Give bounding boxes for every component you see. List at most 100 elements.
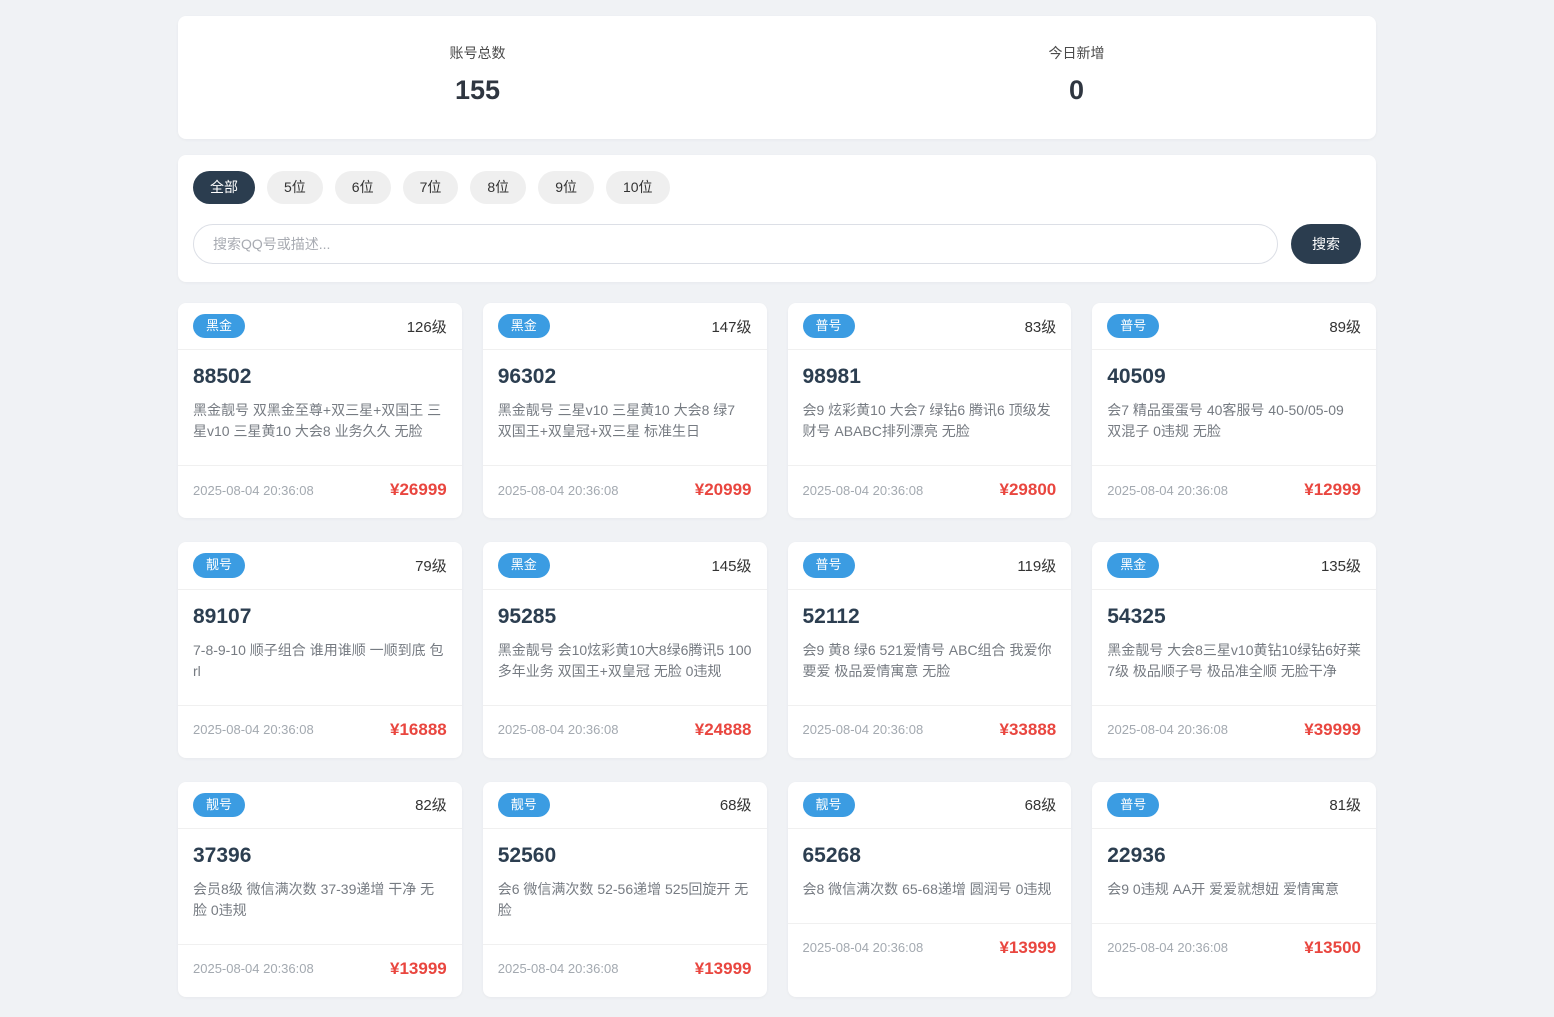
account-description: 会9 炫彩黄10 大会7 绿钻6 腾讯6 顶级发财号 ABABC排列漂亮 无脸 [802,402,1051,440]
account-card[interactable]: 普号 89级 40509 会7 精品蛋蛋号 40客服号 40-50/05-09 … [1092,303,1376,519]
account-card[interactable]: 靓号 68级 65268 会8 微信满次数 65-68递增 圆润号 0违规 20… [787,781,1072,997]
card-body: 52112 会9 黄8 绿6 521爱情号 ABC组合 我爱你要爱 极品爱情寓意… [788,590,1072,705]
account-level: 79级 [415,557,447,575]
account-type-badge: 黑金 [497,553,550,578]
card-body: 37396 会员8级 微信满次数 37-39递增 干净 无脸 0违规 [178,829,462,944]
account-type-badge: 黑金 [193,314,246,339]
filter-tab-2[interactable]: 6位 [334,171,391,204]
card-footer: 2025-08-04 20:36:08 ¥33888 [787,704,1072,758]
account-type-badge: 靓号 [802,792,855,817]
account-card-grid: 黑金 126级 88502 黑金靓号 双黑金至尊+双三星+双国王 三星v10 三… [178,303,1376,997]
account-level: 68级 [1024,797,1057,815]
search-button[interactable]: 搜索 [1291,224,1361,264]
stats-summary-card: 账号总数 155 今日新增 0 [178,16,1376,139]
account-description: 黑金靓号 双黑金至尊+双三星+双国王 三星v10 三星黄10 大会8 业务久久 … [193,402,442,440]
listing-date: 2025-08-04 20:36:08 [1107,940,1228,956]
account-description: 会6 微信满次数 52-56递增 525回旋开 无脸 [497,880,749,918]
account-description: 会7 精品蛋蛋号 40客服号 40-50/05-09 双混子 0违规 无脸 [1107,402,1344,440]
filter-tab-5[interactable]: 9位 [538,171,594,204]
card-body: 95285 黑金靓号 会10炫彩黄10大8绿6腾讯5 100多年业务 双国王+双… [483,590,767,705]
card-footer: 2025-08-04 20:36:08 ¥29800 [787,465,1072,518]
card-header: 黑金 147级 [482,303,767,351]
qq-number: 37396 [193,843,252,867]
stat-total-label: 账号总数 [449,45,506,61]
listing-date: 2025-08-04 20:36:08 [802,482,924,498]
card-body: 96302 黑金靓号 三星v10 三星黄10 大会8 绿7 双国王+双皇冠+双三… [483,350,767,465]
search-row: 搜索 [193,224,1361,264]
qq-number: 52560 [497,843,557,867]
card-header: 普号 89级 [1092,303,1376,351]
listing-date: 2025-08-04 20:36:08 [802,940,924,956]
filter-tab-3[interactable]: 7位 [402,171,459,204]
listing-price: ¥39999 [1304,719,1361,739]
listing-date: 2025-08-04 20:36:08 [497,722,619,737]
account-card[interactable]: 普号 81级 22936 会9 0违规 AA开 爱爱就想妞 爱情寓意 2025-… [1092,781,1376,997]
account-level: 119级 [1017,557,1057,575]
card-header: 黑金 135级 [1092,542,1376,590]
card-footer: 2025-08-04 20:36:08 ¥13999 [178,943,462,997]
account-level: 126级 [406,318,447,336]
card-footer: 2025-08-04 20:36:08 ¥39999 [1092,704,1376,758]
stat-new-today: 今日新增 0 [777,43,1376,106]
qq-number: 96302 [497,365,557,389]
listing-price: ¥29800 [999,480,1057,500]
filter-tab-4[interactable]: 8位 [470,171,527,204]
listing-price: ¥24888 [694,719,752,739]
account-type-badge: 靓号 [193,553,246,578]
stat-total-value: 155 [454,75,501,105]
account-card[interactable]: 靓号 82级 37396 会员8级 微信满次数 37-39递增 干净 无脸 0违… [178,781,462,997]
listing-date: 2025-08-04 20:36:08 [193,482,314,498]
account-description: 7-8-9-10 顺子组合 谁用谁顺 一顺到底 包rl [193,641,444,679]
account-type-badge: 靓号 [497,792,550,817]
qq-number: 98981 [802,365,861,389]
account-card[interactable]: 黑金 145级 95285 黑金靓号 会10炫彩黄10大8绿6腾讯5 100多年… [482,542,767,758]
account-description: 会9 黄8 绿6 521爱情号 ABC组合 我爱你要爱 极品爱情寓意 无脸 [802,641,1052,679]
account-card[interactable]: 普号 83级 98981 会9 炫彩黄10 大会7 绿钻6 腾讯6 顶级发财号 … [787,303,1072,519]
card-footer: 2025-08-04 20:36:08 ¥13999 [482,943,767,997]
account-card[interactable]: 普号 119级 52112 会9 黄8 绿6 521爱情号 ABC组合 我爱你要… [787,542,1072,758]
filter-tab-6[interactable]: 10位 [605,171,670,204]
account-card[interactable]: 靓号 68级 52560 会6 微信满次数 52-56递增 525回旋开 无脸 … [482,781,767,997]
account-type-badge: 普号 [1107,792,1160,817]
filter-tab-0[interactable]: 全部 [193,171,255,204]
search-input[interactable] [193,224,1278,264]
qq-number: 40509 [1107,365,1166,389]
digit-filter-tabs: 全部 5位 6位 7位 8位 9位 10位 [193,171,1361,204]
listing-price: ¥13999 [999,937,1057,957]
listing-price: ¥16888 [390,719,447,739]
account-description: 会9 0违规 AA开 爱爱就想妞 爱情寓意 [1107,880,1340,897]
card-header: 普号 119级 [787,542,1072,590]
account-type-badge: 普号 [802,314,855,339]
listing-date: 2025-08-04 20:36:08 [1107,722,1228,737]
listing-date: 2025-08-04 20:36:08 [497,961,619,977]
card-body: 22936 会9 0违规 AA开 爱爱就想妞 爱情寓意 [1092,829,1376,923]
qq-number: 89107 [193,604,252,628]
listing-price: ¥20999 [694,480,752,500]
card-footer: 2025-08-04 20:36:08 ¥13999 [787,922,1072,976]
account-level: 89级 [1329,318,1361,336]
card-footer: 2025-08-04 20:36:08 ¥26999 [178,465,462,518]
stat-total-accounts: 账号总数 155 [178,43,777,106]
account-card[interactable]: 黑金 126级 88502 黑金靓号 双黑金至尊+双三星+双国王 三星v10 三… [178,303,462,519]
card-body: 54325 黑金靓号 大会8三星v10黄钻10绿钻6好莱7级 极品顺子号 极品准… [1092,590,1376,705]
listing-date: 2025-08-04 20:36:08 [193,961,314,977]
qq-number: 22936 [1107,843,1166,867]
stat-today-value: 0 [1068,75,1085,105]
card-body: 65268 会8 微信满次数 65-68递增 圆润号 0违规 [788,829,1072,923]
filter-search-card: 全部 5位 6位 7位 8位 9位 10位 搜索 [178,155,1376,282]
account-level: 145级 [711,557,752,575]
account-description: 黑金靓号 三星v10 三星黄10 大会8 绿7 双国王+双皇冠+双三星 标准生日 [497,402,736,440]
card-body: 89107 7-8-9-10 顺子组合 谁用谁顺 一顺到底 包rl [178,590,462,705]
page-container: 账号总数 155 今日新增 0 全部 5位 6位 7位 8位 9位 10位 搜索… [178,0,1376,1017]
account-card[interactable]: 黑金 147级 96302 黑金靓号 三星v10 三星黄10 大会8 绿7 双国… [482,303,767,519]
listing-price: ¥13500 [1304,937,1361,957]
filter-tab-1[interactable]: 5位 [267,171,323,204]
account-type-badge: 黑金 [1107,553,1160,578]
account-card[interactable]: 黑金 135级 54325 黑金靓号 大会8三星v10黄钻10绿钻6好莱7级 极… [1092,542,1376,758]
account-card[interactable]: 靓号 79级 89107 7-8-9-10 顺子组合 谁用谁顺 一顺到底 包rl… [178,542,462,758]
qq-number: 95285 [497,604,557,628]
card-header: 靓号 79级 [178,542,462,590]
card-body: 88502 黑金靓号 双黑金至尊+双三星+双国王 三星v10 三星黄10 大会8… [178,350,462,465]
listing-price: ¥33888 [999,719,1057,739]
account-level: 83级 [1024,318,1057,336]
